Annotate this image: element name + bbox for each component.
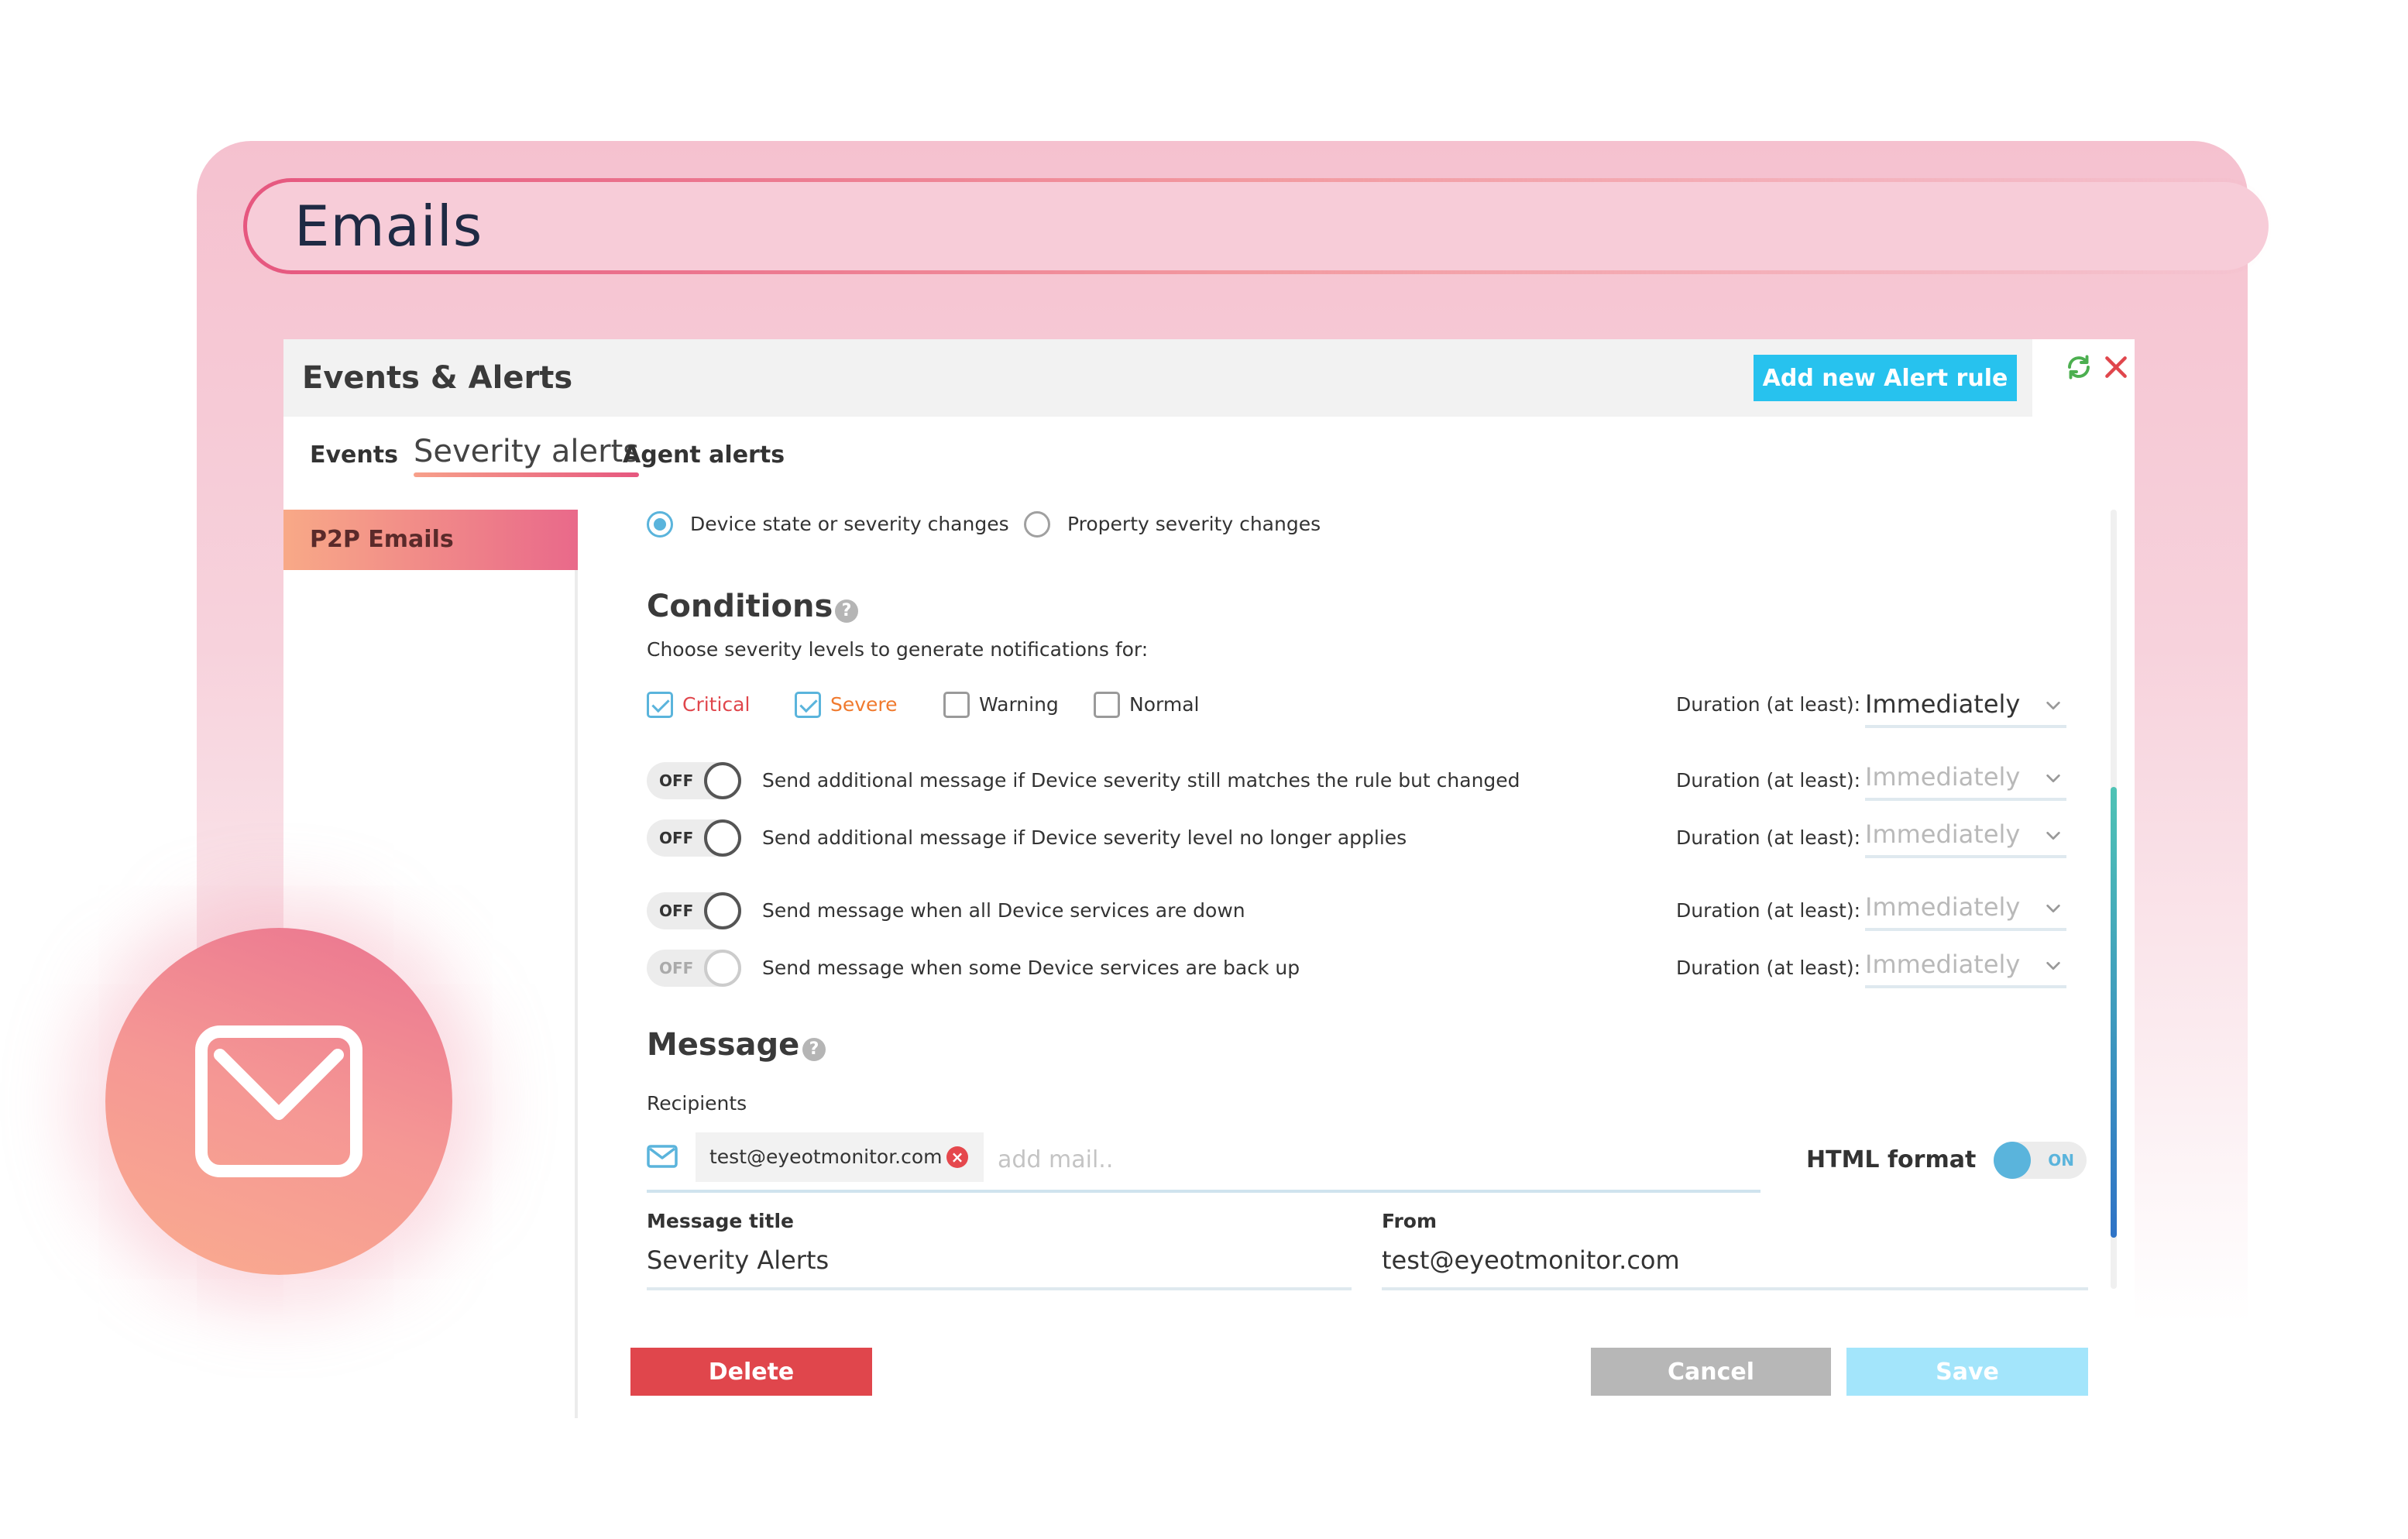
toggle-rule-services-back-up[interactable]: OFF <box>647 950 741 987</box>
events-alerts-panel: Events & Alerts Add new Alert rule Event… <box>283 339 2135 1418</box>
chevron-down-icon <box>2046 961 2060 970</box>
chevron-down-icon <box>2046 774 2060 783</box>
toggle-state: OFF <box>659 959 694 977</box>
checkbox-critical-label: Critical <box>682 693 751 716</box>
radio-device-state-label: Device state or severity changes <box>690 513 1009 535</box>
rule-services-back-up-duration-label: Duration (at least): <box>1676 957 1861 979</box>
checkbox-warning-label: Warning <box>979 693 1059 716</box>
duration-label: Duration (at least): <box>1676 693 1861 716</box>
toggle-knob <box>704 762 741 799</box>
duration-value: Immediately <box>1865 892 2021 922</box>
message-title-label: Message title <box>647 1210 795 1232</box>
rule-services-down-label: Send message when all Device services ar… <box>762 899 1245 922</box>
envelope-icon <box>195 1025 362 1177</box>
rule-no-longer-applies-label: Send additional message if Device severi… <box>762 826 1407 849</box>
mail-icon <box>647 1145 678 1168</box>
save-button[interactable]: Save <box>1846 1348 2088 1396</box>
page-title: Emails <box>294 194 483 259</box>
cancel-button[interactable]: Cancel <box>1591 1348 1831 1396</box>
mail-badge <box>105 928 452 1275</box>
checkbox-severe[interactable] <box>795 692 821 718</box>
toggle-rule-services-down[interactable]: OFF <box>647 892 741 929</box>
rule-services-down-duration-label: Duration (at least): <box>1676 899 1861 922</box>
message-title-underline <box>647 1287 1352 1290</box>
duration-value: Immediately <box>1865 689 2021 719</box>
html-format-toggle[interactable]: ON <box>1994 1142 2087 1179</box>
duration-value: Immediately <box>1865 762 2021 792</box>
recipients-underline <box>647 1190 1760 1193</box>
add-mail-input[interactable]: add mail.. <box>998 1145 1113 1176</box>
toggle-knob <box>704 892 741 929</box>
from-input[interactable]: test@eyeotmonitor.com <box>1382 1245 1680 1275</box>
rule-editor: Device state or severity changes Propert… <box>283 339 2135 1418</box>
delete-button[interactable]: Delete <box>630 1348 872 1396</box>
toggle-knob <box>1994 1142 2031 1179</box>
toggle-state: ON <box>2048 1151 2074 1170</box>
message-help-icon[interactable]: ? <box>802 1038 826 1061</box>
remove-recipient-icon[interactable]: × <box>946 1146 968 1168</box>
rule-no-longer-applies-duration-select[interactable]: Immediately <box>1865 815 2066 858</box>
recipient-chip: test@eyeotmonitor.com <box>696 1132 984 1182</box>
checkbox-critical[interactable] <box>647 692 673 718</box>
rule-changed-label: Send additional message if Device severi… <box>762 769 1520 792</box>
checkbox-warning[interactable] <box>943 692 970 718</box>
recipients-label: Recipients <box>647 1092 747 1115</box>
html-format-label: HTML format <box>1806 1146 1977 1173</box>
duration-value: Immediately <box>1865 950 2021 979</box>
checkbox-normal-label: Normal <box>1129 693 1200 716</box>
chevron-down-icon <box>2046 701 2060 710</box>
radio-device-state[interactable] <box>647 511 673 538</box>
conditions-heading: Conditions <box>647 589 833 624</box>
rule-changed-duration-label: Duration (at least): <box>1676 769 1861 792</box>
toggle-state: OFF <box>659 771 694 790</box>
title-pill <box>243 178 2272 274</box>
toggle-knob <box>704 950 741 987</box>
duration-value: Immediately <box>1865 819 2021 849</box>
conditions-help-icon[interactable]: ? <box>835 599 858 623</box>
conditions-subtitle: Choose severity levels to generate notif… <box>647 638 1149 661</box>
toggle-state: OFF <box>659 829 694 847</box>
toggle-state: OFF <box>659 902 694 920</box>
from-label: From <box>1382 1210 1438 1232</box>
checkbox-normal[interactable] <box>1094 692 1120 718</box>
chevron-down-icon <box>2046 904 2060 913</box>
toggle-knob <box>704 819 741 857</box>
scrollbar-thumb[interactable] <box>2111 787 2117 1238</box>
toggle-rule-no-longer-applies[interactable]: OFF <box>647 819 741 857</box>
recipient-email: test@eyeotmonitor.com <box>709 1146 943 1168</box>
rule-changed-duration-select[interactable]: Immediately <box>1865 757 2066 801</box>
radio-property-severity-label: Property severity changes <box>1067 513 1321 535</box>
rule-services-down-duration-select[interactable]: Immediately <box>1865 888 2066 931</box>
message-title-input[interactable]: Severity Alerts <box>647 1245 829 1275</box>
message-heading: Message <box>647 1027 800 1063</box>
rule-no-longer-applies-duration-label: Duration (at least): <box>1676 826 1861 849</box>
checkbox-severe-label: Severe <box>830 693 898 716</box>
chevron-down-icon <box>2046 831 2060 840</box>
rule-services-back-up-label: Send message when some Device services a… <box>762 957 1300 979</box>
duration-select[interactable]: Immediately <box>1865 685 2066 728</box>
toggle-rule-changed[interactable]: OFF <box>647 762 741 799</box>
from-underline <box>1382 1287 2088 1290</box>
radio-property-severity[interactable] <box>1024 511 1050 538</box>
rule-services-back-up-duration-select[interactable]: Immediately <box>1865 945 2066 988</box>
